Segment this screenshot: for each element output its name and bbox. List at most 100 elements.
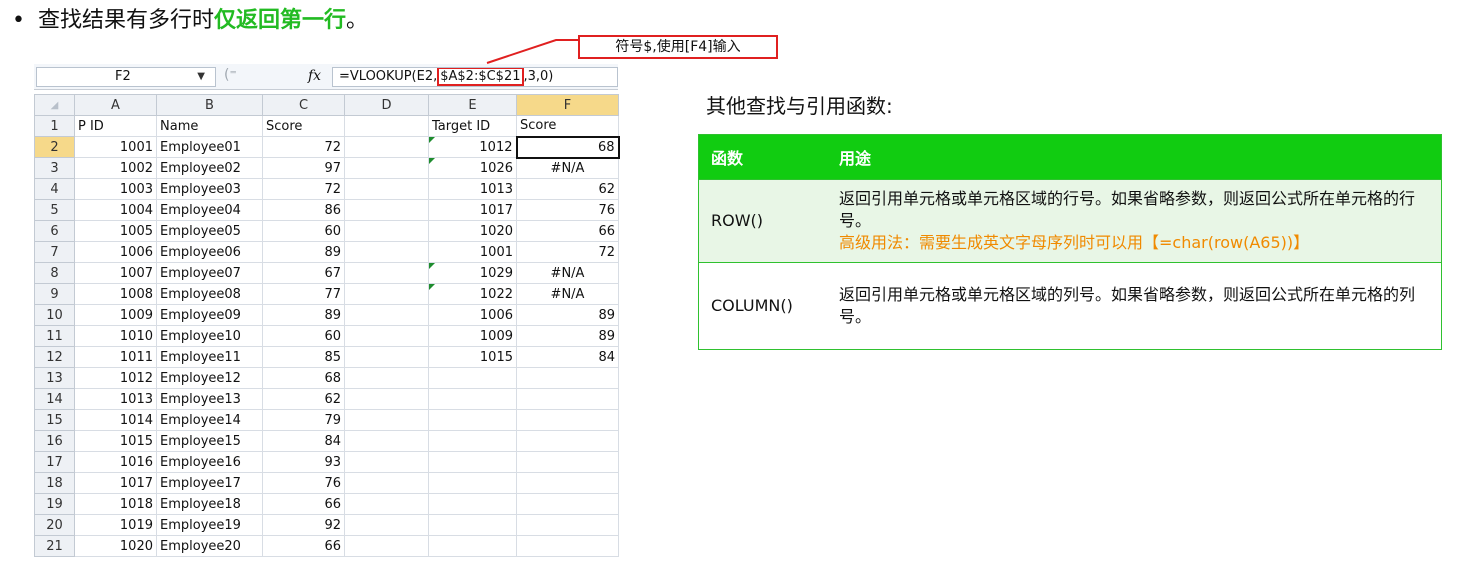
cell[interactable]: 68 [515,135,620,159]
cell[interactable]: Employee11 [156,346,263,368]
cell[interactable] [516,367,619,389]
cell[interactable] [516,535,619,557]
cell[interactable]: 62 [262,388,345,410]
cell[interactable]: 79 [262,409,345,431]
cell[interactable] [344,220,429,242]
cell[interactable]: Employee10 [156,325,263,347]
select-all-corner[interactable]: ◢ [34,94,75,116]
row-header[interactable]: 11 [34,325,75,347]
cell[interactable] [344,346,429,368]
cell[interactable]: Target ID [428,115,517,137]
cell[interactable]: 1009 [428,325,517,347]
cell[interactable]: 72 [262,136,345,158]
cell[interactable] [344,325,429,347]
cell[interactable]: Employee04 [156,199,263,221]
name-box[interactable]: F2 ▼ [36,67,216,87]
cell[interactable]: #N/A [516,157,619,179]
cell[interactable]: Employee02 [156,157,263,179]
cell[interactable] [516,493,619,515]
cell[interactable]: Employee16 [156,451,263,473]
cell[interactable]: Employee14 [156,409,263,431]
cell[interactable]: 1007 [74,262,157,284]
row-header[interactable]: 20 [34,514,75,536]
cell[interactable]: 1013 [428,178,517,200]
cell[interactable] [344,136,429,158]
cell[interactable]: #N/A [516,283,619,305]
cell[interactable] [344,472,429,494]
cell[interactable]: Employee08 [156,283,263,305]
cell[interactable]: Employee19 [156,514,263,536]
cell[interactable] [428,430,517,452]
row-header[interactable]: 15 [34,409,75,431]
cell[interactable] [516,409,619,431]
cell[interactable]: 66 [262,535,345,557]
cell[interactable] [428,493,517,515]
cell[interactable]: 93 [262,451,345,473]
cell[interactable]: 1003 [74,178,157,200]
cell[interactable]: 1008 [74,283,157,305]
row-header[interactable]: 6 [34,220,75,242]
cell[interactable]: 89 [516,304,619,326]
cell[interactable]: 1012 [428,136,517,158]
row-header[interactable]: 10 [34,304,75,326]
cell[interactable]: Employee13 [156,388,263,410]
cell[interactable]: 1029 [428,262,517,284]
cell[interactable] [344,262,429,284]
cell[interactable] [344,241,429,263]
cell[interactable]: 1009 [74,304,157,326]
cell[interactable]: 1001 [428,241,517,263]
column-header-a[interactable]: A [74,94,157,116]
column-header-d[interactable]: D [344,94,429,116]
cell[interactable] [344,283,429,305]
column-header-e[interactable]: E [428,94,517,116]
cell[interactable]: 76 [516,199,619,221]
row-header[interactable]: 1 [34,115,75,137]
column-header-f[interactable]: F [516,94,619,116]
cell[interactable]: 1010 [74,325,157,347]
cell[interactable]: 1002 [74,157,157,179]
cell[interactable]: 1014 [74,409,157,431]
cell[interactable]: Employee03 [156,178,263,200]
row-header[interactable]: 5 [34,199,75,221]
cell[interactable]: 1004 [74,199,157,221]
cell[interactable]: 1001 [74,136,157,158]
cell[interactable]: 1022 [428,283,517,305]
cell[interactable]: 1012 [74,367,157,389]
cell[interactable]: 77 [262,283,345,305]
cell[interactable]: 89 [262,241,345,263]
cell[interactable] [344,115,429,137]
cell[interactable] [344,157,429,179]
cell[interactable]: 76 [262,472,345,494]
cell[interactable]: 1018 [74,493,157,515]
cell[interactable]: 1017 [428,199,517,221]
cell[interactable] [516,451,619,473]
row-header[interactable]: 19 [34,493,75,515]
cell[interactable]: Employee18 [156,493,263,515]
row-header[interactable]: 12 [34,346,75,368]
insert-function-icon[interactable]: fx [308,68,321,84]
formula-input[interactable]: =VLOOKUP(E2, $A$2:$C$21,3,0) [332,67,618,87]
row-header[interactable]: 8 [34,262,75,284]
row-header[interactable]: 13 [34,367,75,389]
row-header[interactable]: 21 [34,535,75,557]
column-header-c[interactable]: C [262,94,345,116]
cell[interactable]: 86 [262,199,345,221]
cell[interactable] [428,388,517,410]
row-header[interactable]: 14 [34,388,75,410]
cell[interactable]: P ID [74,115,157,137]
cell[interactable] [516,514,619,536]
cell[interactable]: Employee17 [156,472,263,494]
cell[interactable]: 1020 [428,220,517,242]
cell[interactable] [428,535,517,557]
row-header[interactable]: 16 [34,430,75,452]
row-header[interactable]: 3 [34,157,75,179]
cell[interactable]: 60 [262,325,345,347]
cell[interactable] [428,451,517,473]
dropdown-arrow-icon[interactable]: ▼ [197,68,205,86]
cell[interactable] [344,535,429,557]
cell[interactable] [344,178,429,200]
cell[interactable] [516,430,619,452]
cell[interactable]: #N/A [516,262,619,284]
cell[interactable]: 1011 [74,346,157,368]
row-header[interactable]: 4 [34,178,75,200]
